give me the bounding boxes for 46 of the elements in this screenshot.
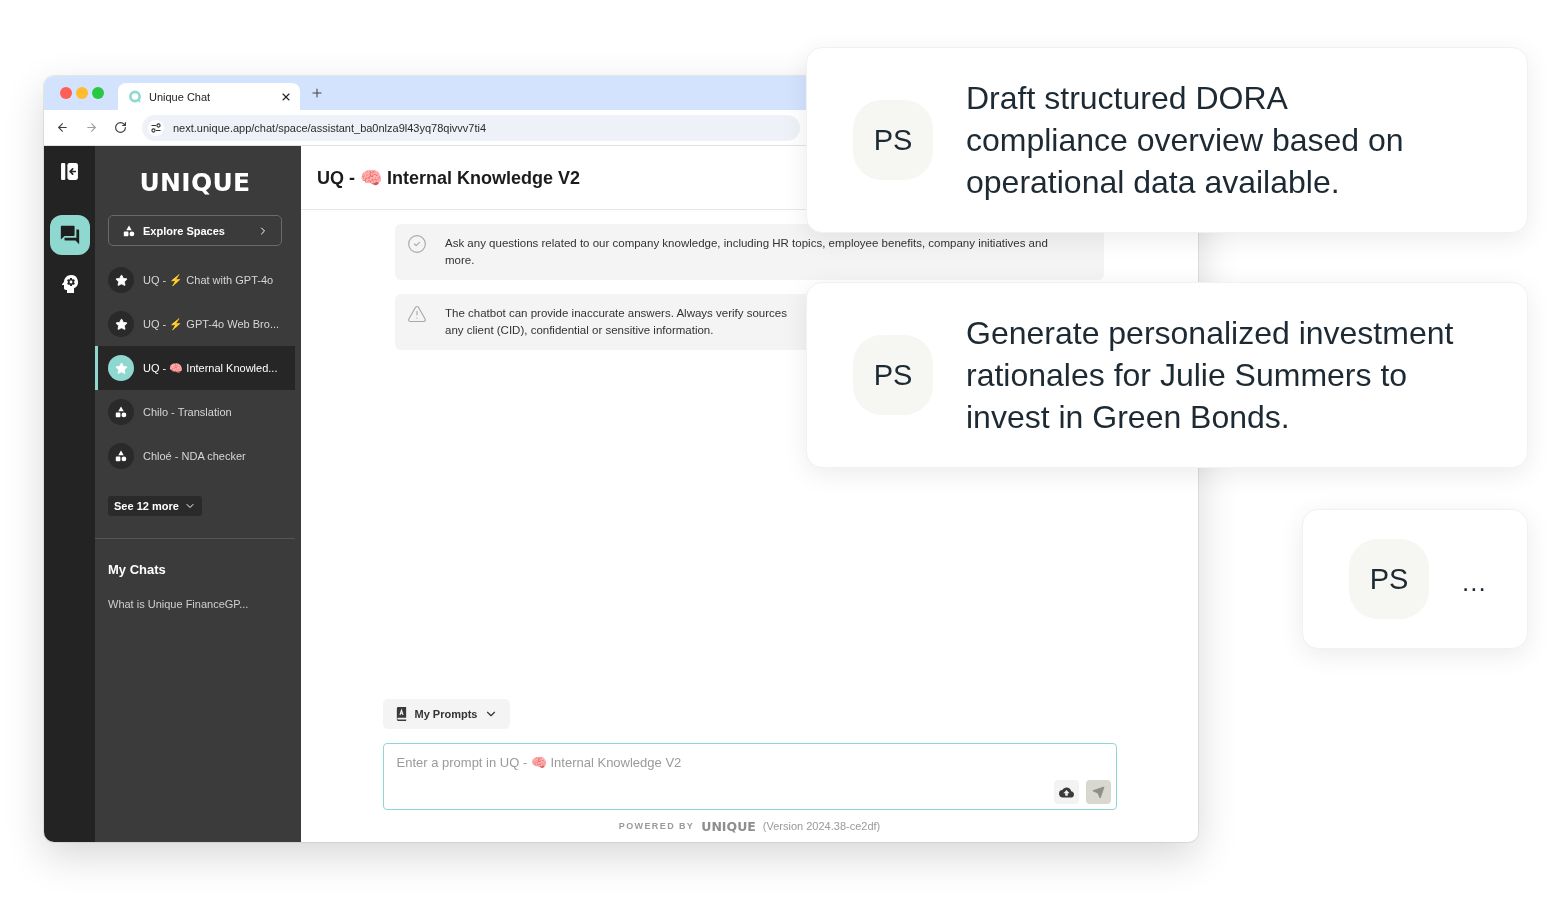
back-icon[interactable] [56, 121, 69, 134]
explore-spaces-button[interactable]: Explore Spaces [108, 215, 282, 246]
space-item[interactable]: UQ - 🧠 Internal Knowled... [95, 346, 295, 390]
shapes-icon [108, 443, 134, 469]
site-settings-icon[interactable] [148, 119, 164, 136]
reload-icon[interactable] [114, 121, 127, 134]
avatar-initials: PS [1349, 539, 1429, 619]
forward-icon[interactable] [85, 121, 98, 134]
space-item[interactable]: Chilo - Translation [95, 390, 295, 434]
shapes-icon [108, 399, 134, 425]
prompt-text: Generate personalized investment rationales for Julie Summers to invest in Green Bonds. [966, 314, 1455, 437]
address-bar[interactable]: next.unique.app/chat/space/assistant_ba0nlza9l43yq78qivvv7ti4 [142, 114, 800, 141]
version-label: (Version 2024.38-ce2df) [762, 820, 881, 832]
new-tab-icon[interactable] [310, 86, 324, 100]
url-text: next.unique.app/chat/space/assistant_ba0nlza9l43yq78qivvv7ti4 [173, 121, 487, 134]
space-item[interactable]: UQ - ⚡ Chat with GPT-4o [95, 258, 295, 302]
my-prompts-button[interactable]: My Prompts [382, 699, 511, 729]
chats-nav-button[interactable] [49, 215, 90, 255]
powered-by-label: POWERED BY [618, 821, 695, 831]
chat-history-item[interactable]: What is Unique FinanceGP... [108, 595, 249, 613]
warning-icon [407, 304, 427, 324]
send-button[interactable] [1085, 780, 1111, 804]
paper-plane-icon [1091, 785, 1105, 799]
browser-tab[interactable]: Unique Chat [118, 83, 300, 110]
upload-button[interactable] [1053, 780, 1079, 804]
see-more-button[interactable]: See 12 more [108, 496, 202, 516]
section-heading: My Chats [108, 562, 166, 577]
check-circle-icon [407, 234, 427, 254]
chat-bubble-icon [128, 89, 142, 104]
footer-logo: UNIQUE [701, 818, 756, 834]
space-item[interactable]: UQ - ⚡ GPT-4o Web Bro... [95, 302, 295, 346]
logo: UNIQUE [138, 170, 252, 196]
notice-text: any client (CID), confidential or sensitive information. [445, 323, 714, 338]
space-item[interactable]: Chloé - NDA checker [95, 434, 295, 478]
notice-text: Ask any questions related to our company knowledge, including HR topics, employee benefits, company initiatives and more. [445, 236, 1049, 268]
prompt-input[interactable]: Enter a prompt in UQ - 🧠 Internal Knowledge V2 [382, 743, 1117, 810]
prompt-text: Draft structured DORA compliance overview based on operational data available. [966, 79, 1405, 202]
book-icon [394, 707, 408, 721]
collapse-sidebar-icon[interactable] [60, 162, 79, 181]
typing-indicator: ... [1462, 566, 1487, 598]
chat-icon [58, 224, 81, 246]
avatar-initials: PS [853, 335, 933, 415]
avatar-initials: PS [853, 100, 933, 180]
shapes-icon [123, 224, 135, 237]
chat-title: UQ - 🧠 Internal Knowledge V2 [317, 166, 581, 189]
notice-text: The chatbot can provide inaccurate answers. Always verify sources [445, 306, 787, 321]
